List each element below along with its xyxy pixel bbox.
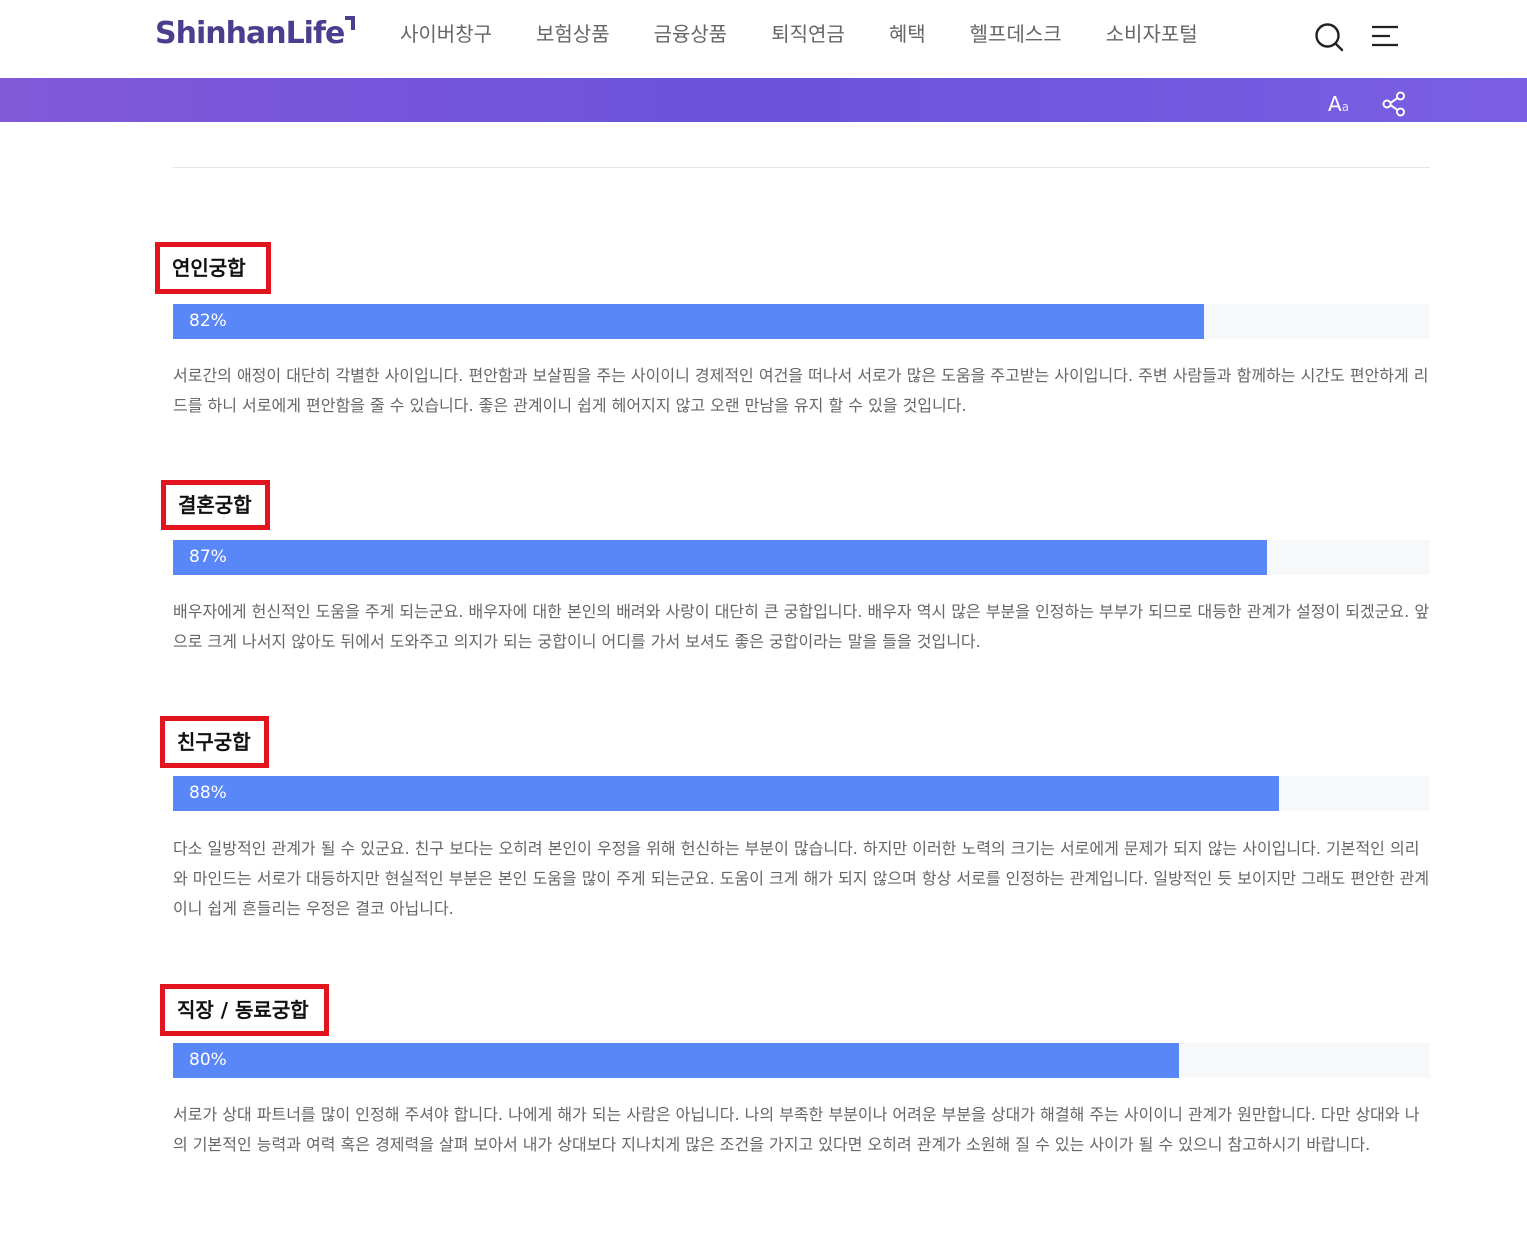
nav-item-benefits[interactable]: 혜택 [889, 20, 926, 48]
section-title: 직장 / 동료궁합 [160, 984, 329, 1036]
progress-bar-fill [173, 1043, 1179, 1078]
section-description: 배우자에게 헌신적인 도움을 주게 되는군요. 배우자에 대한 본인의 배려와 … [173, 602, 1430, 651]
section-title: 결혼궁합 [161, 480, 270, 530]
progress-bar-track: 87% [173, 540, 1430, 575]
progress-percent-label: 88% [189, 783, 227, 803]
font-size-small-letter: a [1341, 100, 1350, 114]
content-divider [173, 167, 1430, 168]
progress-percent-label: 82% [189, 311, 227, 331]
section-description: 다소 일방적인 관계가 될 수 있군요. 친구 보다는 오히려 본인이 우정을 … [173, 839, 1430, 918]
shinhanlife-logo[interactable]: ShinhanLife [155, 14, 356, 54]
progress-percent-label: 80% [189, 1050, 227, 1070]
share-icon[interactable] [1382, 91, 1406, 117]
progress-percent-label: 87% [189, 547, 227, 567]
font-size-big-letter: A [1328, 92, 1342, 116]
nav-item-financial-products[interactable]: 금융상품 [654, 20, 728, 48]
nav-item-consumer-portal[interactable]: 소비자포털 [1106, 20, 1198, 48]
font-size-icon[interactable]: Aa [1328, 92, 1349, 116]
section-description: 서로간의 애정이 대단히 각별한 사이입니다. 편안함과 보살핌을 주는 사이이… [173, 366, 1429, 415]
progress-bar-fill [173, 304, 1204, 339]
main-nav: 사이버창구 보험상품 금융상품 퇴직연금 혜택 헬프데스크 소비자포털 [400, 20, 1242, 48]
site-header: ShinhanLife 사이버창구 보험상품 금융상품 퇴직연금 혜택 헬프데스… [0, 0, 1527, 78]
logo-corner-icon [345, 16, 356, 30]
nav-item-help-desk[interactable]: 헬프데스크 [970, 20, 1062, 48]
progress-bar-track: 80% [173, 1043, 1430, 1078]
hamburger-menu-icon[interactable] [1371, 25, 1399, 47]
progress-bar-track: 88% [173, 776, 1430, 811]
logo-text: ShinhanLife [155, 16, 345, 51]
section-title: 연인궁합 [155, 242, 271, 294]
progress-bar-fill [173, 776, 1280, 811]
section-description: 서로가 상대 파트너를 많이 인정해 주셔야 합니다. 나에게 해가 되는 사람… [173, 1105, 1420, 1154]
section-title: 친구궁합 [160, 716, 269, 768]
search-icon[interactable] [1314, 22, 1344, 52]
nav-item-cyber-window[interactable]: 사이버창구 [400, 20, 492, 48]
nav-item-insurance-products[interactable]: 보험상품 [536, 20, 610, 48]
nav-item-retirement-pension[interactable]: 퇴직연금 [771, 20, 845, 48]
progress-bar-fill [173, 540, 1267, 575]
purple-utility-bar [0, 78, 1527, 122]
progress-bar-track: 82% [173, 304, 1430, 339]
